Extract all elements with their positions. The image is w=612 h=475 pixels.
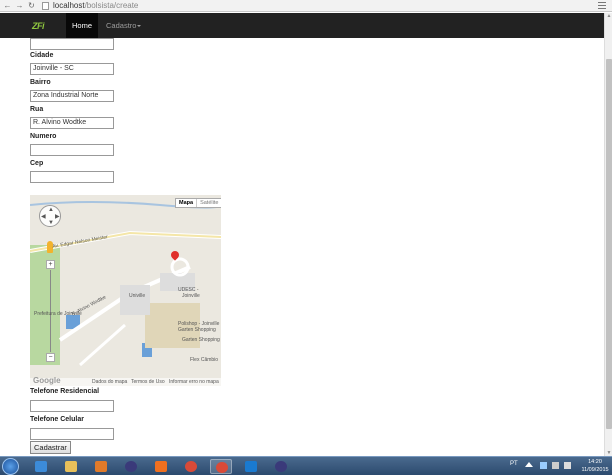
pan-down-icon[interactable]: ▼ <box>48 220 54 226</box>
brand-logo[interactable]: ZFi <box>32 21 54 31</box>
flag-icon[interactable] <box>540 462 547 469</box>
map-type-mapa[interactable]: Mapa <box>176 199 196 207</box>
back-arrow-icon[interactable]: ← <box>3 1 12 10</box>
google-logo: Google <box>33 376 61 385</box>
pan-control[interactable]: ▲ ▼ ◀ ▶ <box>39 205 61 227</box>
telefone-residencial-label: Telefone Residencial <box>30 388 100 395</box>
volume-icon[interactable] <box>564 462 571 469</box>
reload-icon[interactable]: ↻ <box>27 1 36 10</box>
map-label-polishop-2: Garten Shopping <box>178 327 216 333</box>
taskbar-xampp[interactable] <box>150 459 172 474</box>
scroll-up-icon[interactable]: ▲ <box>606 13 612 19</box>
nav-cadastro-label: Cadastro <box>106 21 137 30</box>
taskbar-media[interactable] <box>90 459 112 474</box>
map-type-toggle: Mapa Satélite <box>175 198 221 208</box>
zoom-out-button[interactable]: − <box>46 353 55 362</box>
pan-left-icon[interactable]: ◀ <box>41 213 46 220</box>
clock-date: 11/09/2015 <box>581 467 609 473</box>
chevron-down-icon <box>137 25 142 28</box>
cep-label: Cep <box>30 160 44 167</box>
forward-arrow-icon[interactable]: → <box>15 1 24 10</box>
map-label-garten: Garten Shopping <box>182 337 220 343</box>
taskbar-chrome-active[interactable] <box>210 459 232 474</box>
pan-right-icon[interactable]: ▶ <box>55 213 60 220</box>
pan-up-icon[interactable]: ▲ <box>48 207 54 213</box>
taskbar-explorer[interactable] <box>60 459 82 474</box>
telefone-residencial-input[interactable] <box>30 400 114 412</box>
menu-icon[interactable] <box>598 2 606 9</box>
cadastrar-button[interactable]: Cadastrar <box>30 441 71 454</box>
chrome-icon <box>216 462 228 473</box>
app-icon <box>275 461 287 472</box>
show-hidden-icons-icon[interactable] <box>525 462 533 467</box>
map-label-univille: Univille <box>129 293 146 299</box>
page-icon <box>42 1 49 10</box>
map-label-flex: Flex Câmbio <box>190 357 219 363</box>
address-bar[interactable]: localhost/bolsista/create <box>53 1 138 10</box>
clock-time: 14:20 <box>588 459 602 465</box>
navbar: ZFi Home Cadastro <box>0 13 604 38</box>
taskbar-teamviewer[interactable] <box>240 459 262 474</box>
numero-input[interactable] <box>30 144 114 156</box>
language-indicator[interactable]: PT <box>510 461 518 467</box>
xampp-icon <box>155 461 167 472</box>
google-map[interactable]: Mapa Satélite ▲ ▼ ◀ ▶ + − Av. Edgar Nels… <box>30 195 221 386</box>
system-clock[interactable]: 14:20 11/09/2015 <box>580 458 610 474</box>
url-path: /bolsista/create <box>84 1 139 10</box>
cidade-label: Cidade <box>30 52 54 59</box>
taskbar-chrome[interactable] <box>180 459 202 474</box>
taskbar-ie[interactable] <box>30 459 52 474</box>
telefone-celular-label: Telefone Celular <box>30 416 84 423</box>
teamviewer-icon <box>245 461 257 472</box>
map-terms-link[interactable]: Termos de Uso <box>131 379 165 385</box>
url-host: localhost <box>53 1 85 10</box>
bairro-input[interactable]: Zona Industrial Norte <box>30 90 114 102</box>
network-icon[interactable] <box>552 462 559 469</box>
taskbar-app1[interactable] <box>120 459 142 474</box>
taskbar-app2[interactable] <box>270 459 292 474</box>
telefone-celular-input[interactable] <box>30 428 114 440</box>
map-type-satelite[interactable]: Satélite <box>196 199 221 207</box>
map-data-link[interactable]: Dados do mapa <box>92 379 127 385</box>
nav-home[interactable]: Home <box>66 13 99 38</box>
numero-label: Numero <box>30 133 57 140</box>
bairro-label: Bairro <box>30 79 51 86</box>
cep-input[interactable] <box>30 171 114 183</box>
map-label-udesc-2: Joinville <box>182 293 200 299</box>
page-scrollbar[interactable]: ▲ ▼ <box>604 13 612 456</box>
map-label-road-small: Prefeitura de Joinville <box>34 311 82 317</box>
chrome-icon <box>185 461 197 472</box>
start-button-icon[interactable] <box>2 458 19 475</box>
windows-taskbar: PT 14:20 11/09/2015 <box>0 456 612 475</box>
folder-icon <box>65 461 77 472</box>
media-player-icon <box>95 461 107 472</box>
previous-field-input[interactable] <box>30 38 114 50</box>
nav-cadastro-dropdown[interactable]: Cadastro <box>106 21 142 30</box>
rua-input[interactable]: R. Alvino Wodtke <box>30 117 114 129</box>
browser-toolbar: ← → ↻ localhost/bolsista/create <box>0 0 612 12</box>
rua-label: Rua <box>30 106 44 113</box>
app-icon <box>125 461 137 472</box>
scroll-thumb[interactable] <box>606 59 612 429</box>
map-report-link[interactable]: Informar erro no mapa <box>169 379 219 385</box>
internet-explorer-icon <box>35 461 47 472</box>
cidade-input[interactable]: Joinville - SC <box>30 63 114 75</box>
zoom-in-button[interactable]: + <box>46 260 55 269</box>
